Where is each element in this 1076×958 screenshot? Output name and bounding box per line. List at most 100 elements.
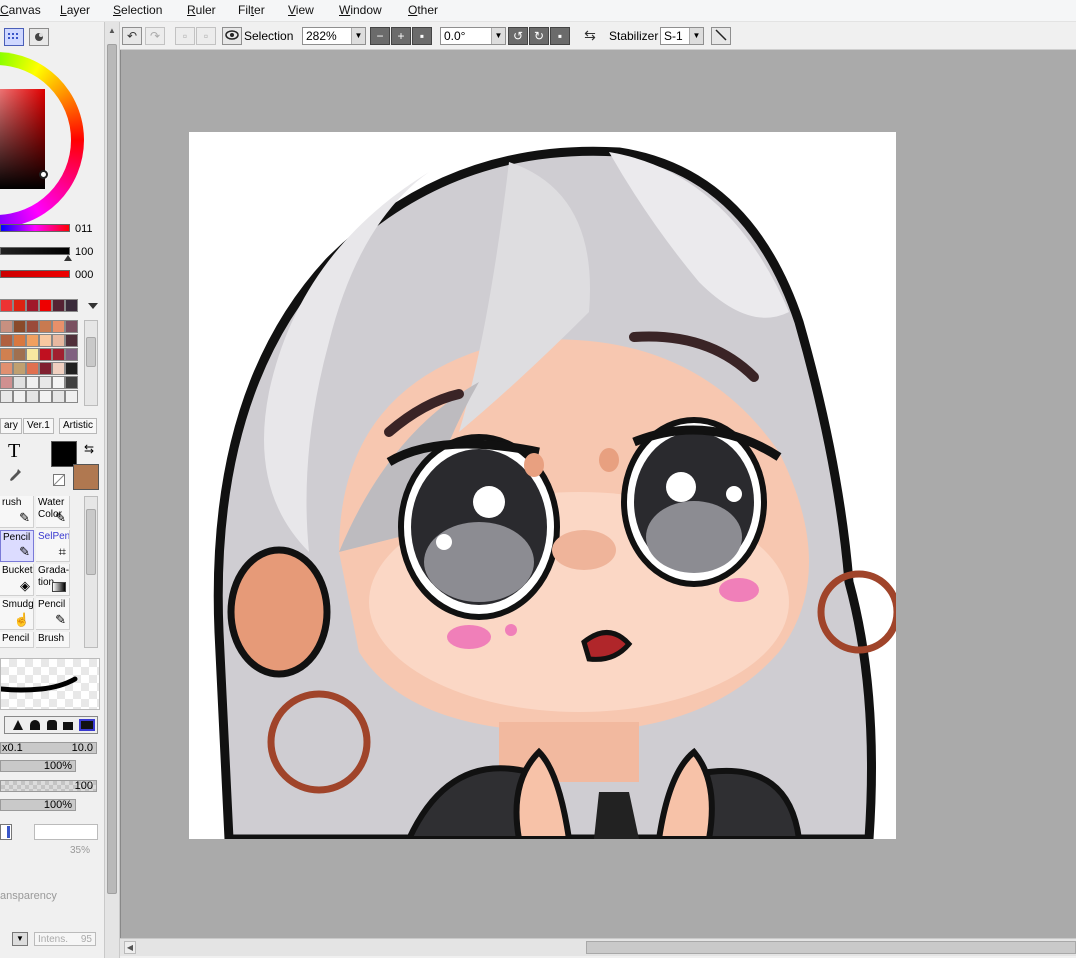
palette-swatch[interactable] (65, 334, 78, 347)
palette-swatch[interactable] (26, 334, 39, 347)
zoom-out-button[interactable]: − (370, 27, 390, 45)
horizontal-scrollbar-thumb[interactable] (586, 941, 1076, 954)
tab-artistic[interactable]: Artistic (59, 418, 97, 434)
palette-swatch[interactable] (0, 320, 13, 333)
palette-swatch[interactable] (39, 320, 52, 333)
zoom-dropdown[interactable]: 282% ▼ (302, 27, 366, 45)
scroll-left-icon[interactable]: ◀ (124, 941, 136, 954)
recent-color[interactable] (65, 299, 78, 312)
palette-swatch[interactable] (39, 362, 52, 375)
palette-swatch[interactable] (52, 362, 65, 375)
palette-swatch[interactable] (65, 376, 78, 389)
palette-swatch[interactable] (13, 376, 26, 389)
intens-field[interactable]: Intens. 95 (34, 932, 96, 946)
recent-color[interactable] (39, 299, 52, 312)
palette-swatch[interactable] (0, 376, 13, 389)
palette-swatch[interactable] (39, 348, 52, 361)
flip-horizontal-icon[interactable]: ⇆ (580, 27, 600, 45)
rotation-dropdown[interactable]: 0.0° ▼ (440, 27, 506, 45)
menu-filter[interactable]: Filter (238, 3, 265, 17)
brush-shape-icon[interactable] (13, 720, 23, 730)
tab-ary[interactable]: ary (0, 418, 22, 434)
palette-swatch[interactable] (39, 390, 52, 403)
undo-button[interactable]: ↶ (122, 27, 142, 45)
drawing-canvas[interactable] (189, 132, 896, 839)
rotate-reset-button[interactable]: ▪ (550, 27, 570, 45)
palette-swatch[interactable] (26, 362, 39, 375)
texture-field[interactable] (34, 824, 98, 840)
palette-swatch[interactable] (0, 362, 13, 375)
palette-swatch[interactable] (52, 390, 65, 403)
palette-swatch[interactable] (52, 334, 65, 347)
palette-swatch[interactable] (39, 334, 52, 347)
tool-selpen[interactable]: SelPen ⌗ (36, 530, 70, 562)
palette-swatch[interactable] (52, 376, 65, 389)
palette-swatch[interactable] (13, 334, 26, 347)
color-grid-mode-button[interactable] (4, 28, 24, 46)
menu-view[interactable]: View (288, 3, 314, 17)
chevron-down-icon[interactable]: ▼ (12, 932, 28, 946)
brush-shape-icon[interactable] (79, 719, 95, 731)
tool-pencil-3[interactable]: Pencil (0, 632, 34, 648)
palette-swatch[interactable] (26, 348, 39, 361)
horizontal-scrollbar[interactable]: ◀ (120, 938, 1076, 956)
color-wheel[interactable] (0, 52, 84, 228)
palette-swatch[interactable] (65, 390, 78, 403)
recent-color[interactable] (0, 299, 13, 312)
menu-selection[interactable]: Selection (113, 3, 162, 17)
palette-swatch[interactable] (65, 362, 78, 375)
palette-swatch[interactable] (13, 320, 26, 333)
tool-water-color[interactable]: Water Color ✎ (36, 496, 70, 528)
hue-slider[interactable] (0, 224, 70, 232)
color-swatch-mode-button[interactable] (29, 28, 49, 46)
transparent-color-icon[interactable] (53, 474, 65, 486)
palette-swatch[interactable] (0, 390, 13, 403)
palette-swatch[interactable] (39, 376, 52, 389)
palette-swatch[interactable] (0, 334, 13, 347)
left-panel-scrollbar[interactable]: ▲ (104, 22, 120, 958)
canvas-workspace[interactable] (120, 50, 1076, 938)
tool-pencil-selected[interactable]: Pencil ✎ (0, 530, 34, 562)
scrollbar-thumb[interactable] (107, 44, 117, 894)
tab-ver1[interactable]: Ver.1 (23, 418, 54, 434)
zoom-in-button[interactable]: + (391, 27, 411, 45)
menu-window[interactable]: Window (339, 3, 382, 17)
eye-icon[interactable] (222, 27, 242, 45)
palette-swatch[interactable] (13, 390, 26, 403)
tool-brush[interactable]: rush ✎ (0, 496, 34, 528)
rotate-left-button[interactable]: ↺ (508, 27, 528, 45)
tool-smudge[interactable]: Smudge ☝ (0, 598, 34, 630)
density-bar[interactable]: 100 (0, 780, 97, 792)
redo-button[interactable]: ↷ (145, 27, 165, 45)
tool-grid-scrollbar[interactable] (84, 496, 98, 648)
palette-swatch[interactable] (26, 390, 39, 403)
swap-colors-icon[interactable]: ⇆ (84, 442, 94, 456)
scroll-up-icon[interactable]: ▲ (107, 26, 117, 38)
palette-swatch[interactable] (52, 320, 65, 333)
blend-mode-dropdown[interactable] (0, 824, 12, 840)
brush-shape-icon[interactable] (63, 722, 73, 730)
eyedropper-icon[interactable] (8, 468, 22, 487)
menu-canvas[interactable]: Canvas (0, 3, 41, 17)
blending-bar[interactable]: 100% (0, 799, 76, 811)
palette-swatch[interactable] (26, 320, 39, 333)
deselect-button[interactable]: ▫ (175, 27, 195, 45)
rotate-right-button[interactable]: ↻ (529, 27, 549, 45)
recent-color[interactable] (26, 299, 39, 312)
brush-size-bar[interactable]: x0.1 10.0 (0, 742, 97, 754)
color-picker-handle[interactable] (39, 170, 48, 179)
min-size-bar[interactable]: 100% (0, 760, 76, 772)
tool-gradation[interactable]: Grada-tion (36, 564, 70, 596)
line-tool-button[interactable] (711, 27, 731, 45)
saturation-slider[interactable] (0, 247, 70, 255)
brush-shape-selector[interactable] (4, 716, 98, 734)
value-slider[interactable] (0, 270, 70, 278)
tool-pencil-2[interactable]: Pencil ✎ (36, 598, 70, 630)
palette-swatch[interactable] (13, 348, 26, 361)
tool-bucket[interactable]: Bucket ◈ (0, 564, 34, 596)
tool-brush-2[interactable]: Brush (36, 632, 70, 648)
palette-swatch[interactable] (13, 362, 26, 375)
stabilizer-dropdown[interactable]: S-1 ▼ (660, 27, 704, 45)
palette-swatch[interactable] (52, 348, 65, 361)
menu-ruler[interactable]: Ruler (187, 3, 216, 17)
